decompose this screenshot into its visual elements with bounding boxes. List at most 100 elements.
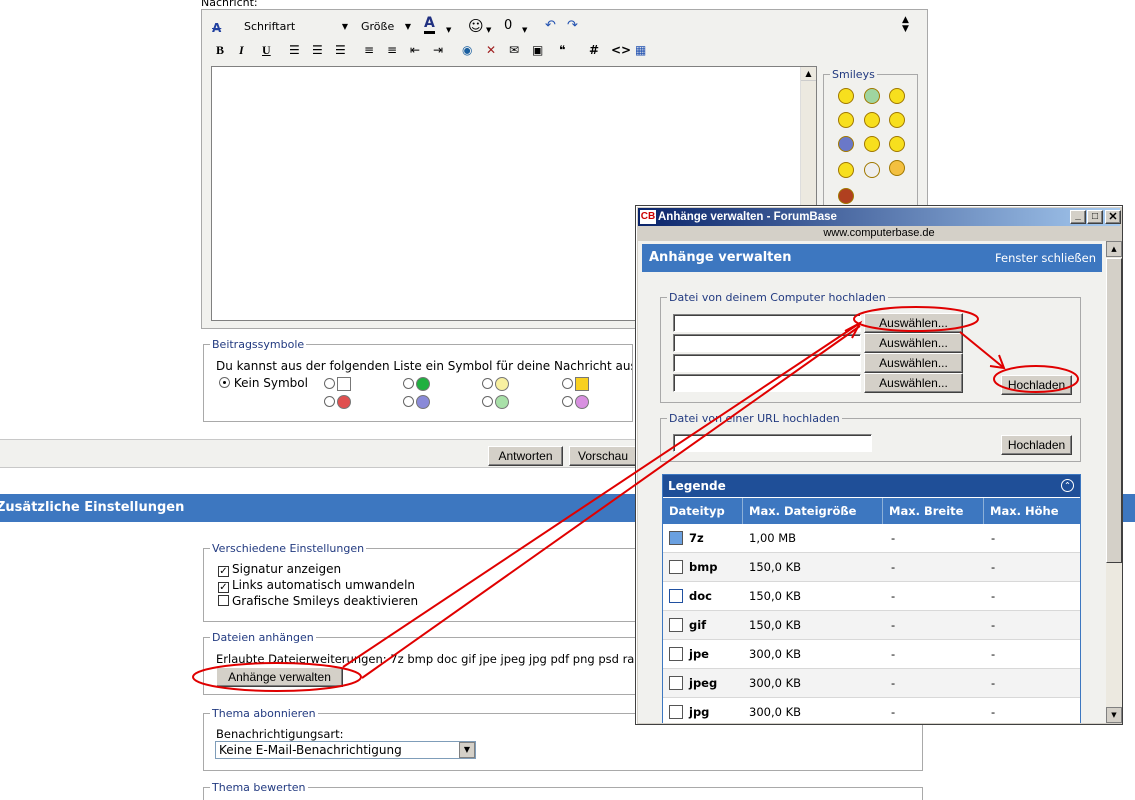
chevron-down-icon[interactable]: ▼ [522,22,527,38]
chevron-down-icon: ▼ [404,22,411,31]
smiley-monkey-icon[interactable] [838,188,854,204]
smiley-eek-icon[interactable] [864,162,880,178]
file-path-input[interactable] [673,314,861,332]
choose-file-button[interactable]: Auswählen... [864,373,963,393]
smiley-icon[interactable] [838,88,854,104]
code-icon[interactable]: <> [611,42,631,58]
choose-file-button[interactable]: Auswählen... [864,333,963,353]
ordered-list-icon[interactable]: ≡ [364,42,374,58]
choose-file-button[interactable]: Auswählen... [864,313,963,333]
email-icon[interactable]: ✉ [509,42,519,58]
minimize-button[interactable]: _ [1070,210,1086,224]
signature-checkbox[interactable]: ✓ Signatur anzeigen [218,562,341,577]
preview-button[interactable]: Vorschau [569,446,639,466]
resize-icon[interactable]: ▲ ▼ [902,16,909,34]
auto-links-checkbox[interactable]: ✓ Links automatisch umwandeln [218,578,415,593]
notify-label: Benachrichtigungsart: [216,727,344,741]
column-header: Max. Dateigröße [743,498,883,524]
popup-window: CB Anhänge verwalten - ForumBase _ □ ✕ ww… [635,205,1123,725]
hash-icon[interactable]: # [589,42,599,58]
remove-format-icon[interactable]: A [212,20,221,36]
bold-icon[interactable]: B [216,42,224,58]
chevron-down-icon[interactable]: ▼ [446,22,451,38]
chevron-down-icon[interactable]: ▼ [459,742,475,758]
no-symbol-radio[interactable]: Kein Symbol [219,376,308,390]
outdent-icon[interactable]: ⇤ [410,42,420,58]
underline-icon[interactable]: U [262,42,271,58]
insert-link-icon[interactable]: ◉ [462,42,472,58]
manage-attachments-button[interactable]: Anhänge verwalten [216,667,343,687]
popup-titlebar[interactable]: CB Anhänge verwalten - ForumBase _ □ ✕ [638,208,1121,226]
symbol-radio[interactable] [482,395,509,409]
symbol-radio[interactable] [482,377,509,391]
align-right-icon[interactable]: ☰ [335,42,346,58]
popup-scrollbar[interactable]: ▲ ▼ [1106,241,1122,723]
remove-link-icon[interactable]: ✕ [486,42,496,58]
smiley-icon[interactable] [864,136,880,152]
smiley-confused-icon[interactable] [864,112,880,128]
column-header: Max. Breite [883,498,984,524]
symbol-radio[interactable] [403,377,430,391]
redo-icon[interactable]: ↷ [567,18,578,34]
scroll-up-icon[interactable]: ▲ [1106,241,1122,257]
notify-select[interactable]: Keine E-Mail-Benachrichtigung ▼ [215,741,476,759]
align-left-icon[interactable]: ☰ [289,42,300,58]
choose-file-button[interactable]: Auswählen... [864,353,963,373]
smiley-icon[interactable] [889,88,905,104]
image-file-icon [669,676,683,690]
option-label: Grafische Smileys deaktivieren [232,594,419,608]
grin-icon [495,395,509,409]
popup-header: Anhänge verwalten Fenster schließen [642,244,1102,272]
size-select[interactable]: Größe ▼ [357,18,413,36]
font-select[interactable]: Schriftart ▼ [240,18,352,36]
file-path-input[interactable] [673,334,861,352]
smiley-laugh-icon[interactable] [838,136,854,152]
upload-button[interactable]: Hochladen [1001,375,1072,395]
collapse-icon[interactable]: ⌃ [1061,479,1074,492]
upload-url-button[interactable]: Hochladen [1001,435,1072,455]
smiley-icon[interactable] [838,162,854,178]
table-header: Dateityp Max. Dateigröße Max. Breite Max… [663,498,1080,524]
italic-icon[interactable]: I [239,42,244,58]
checkbox[interactable] [218,595,229,606]
smiley-devil-icon[interactable] [889,160,905,176]
symbol-radio[interactable] [403,395,430,409]
file-path-input[interactable] [673,354,861,372]
checkbox[interactable]: ✓ [218,566,229,577]
file-path-input[interactable] [673,374,861,392]
angry-icon [337,395,351,409]
radio-selected[interactable] [219,377,230,388]
scroll-thumb[interactable] [1106,258,1122,563]
smiley-sad-icon[interactable] [889,136,905,152]
undo-icon[interactable]: ↶ [545,18,556,34]
checkbox[interactable]: ✓ [218,582,229,593]
close-window-link[interactable]: Fenster schließen [995,251,1096,265]
align-center-icon[interactable]: ☰ [312,42,323,58]
symbol-radio[interactable] [562,395,589,409]
smiley-cool-icon[interactable] [889,112,905,128]
maximize-button[interactable]: □ [1087,210,1103,224]
attachment-icon[interactable]: 0 [504,18,512,34]
symbol-radio[interactable] [324,377,351,391]
smiley-icon[interactable]: ☺ [468,18,484,34]
popup-window-title: Anhänge verwalten - ForumBase [658,211,837,223]
text-color-icon[interactable]: A [424,16,435,34]
close-button[interactable]: ✕ [1105,210,1121,224]
symbol-radio[interactable] [324,395,351,409]
misc-settings-legend: Verschiedene Einstellungen [212,542,365,555]
chevron-down-icon[interactable]: ▼ [486,22,491,38]
quote-icon[interactable]: ❝ [559,42,565,58]
disable-smileys-checkbox[interactable]: Grafische Smileys deaktivieren [218,594,418,608]
symbol-radio[interactable] [562,377,589,391]
url-input[interactable] [673,434,872,452]
message-label: Nachricht: [201,0,258,9]
insert-image-icon[interactable]: ▣ [532,42,543,58]
scroll-up-icon[interactable]: ▲ [801,67,816,81]
php-icon[interactable]: ▦ [635,42,646,58]
unordered-list-icon[interactable]: ≡ [387,42,397,58]
smiley-grin-icon[interactable] [864,88,880,104]
scroll-down-icon[interactable]: ▼ [1106,707,1122,723]
reply-button[interactable]: Antworten [488,446,563,466]
smiley-icon[interactable] [838,112,854,128]
indent-icon[interactable]: ⇥ [433,42,443,58]
